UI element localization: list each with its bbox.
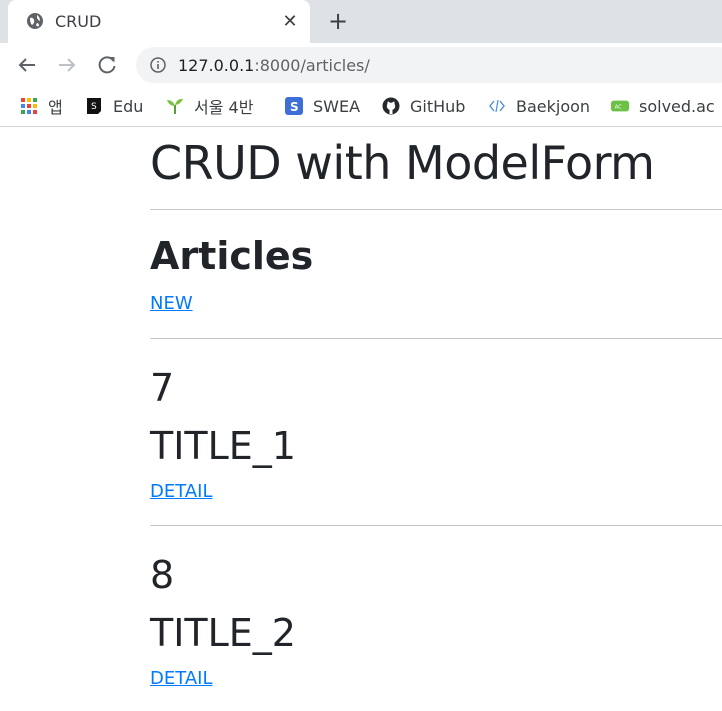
tab-strip: CRUD ✕ + bbox=[0, 0, 722, 43]
bookmark-baekjoon[interactable]: Baekjoon bbox=[488, 95, 590, 117]
browser-toolbar: 127.0.0.1:8000/articles/ bbox=[0, 43, 722, 87]
divider bbox=[150, 525, 722, 526]
article-title: TITLE_1 bbox=[150, 424, 296, 468]
page-title: CRUD with ModelForm bbox=[150, 136, 655, 190]
url-text[interactable]: 127.0.0.1:8000/articles/ bbox=[178, 56, 370, 75]
reload-icon[interactable] bbox=[95, 53, 119, 77]
info-icon[interactable] bbox=[150, 57, 166, 73]
svg-text:S: S bbox=[91, 102, 97, 112]
url-path: :8000/articles/ bbox=[254, 56, 370, 75]
bookmark-github[interactable]: GitHub bbox=[382, 95, 465, 117]
tab-crud[interactable]: CRUD ✕ bbox=[8, 0, 310, 43]
article-id: 7 bbox=[150, 366, 175, 410]
code-icon bbox=[489, 99, 505, 113]
article-title: TITLE_2 bbox=[150, 611, 296, 655]
bookmark-edu[interactable]: S Edu bbox=[85, 95, 143, 117]
bookmark-label: Edu bbox=[113, 96, 144, 116]
bookmark-label: solved.ac bbox=[639, 96, 715, 116]
bookmark-label: 앱 bbox=[48, 98, 63, 117]
detail-link[interactable]: DETAIL bbox=[150, 668, 212, 689]
divider bbox=[150, 338, 722, 339]
svg-text:S: S bbox=[290, 100, 299, 114]
bookmark-label: SWEA bbox=[313, 96, 361, 116]
back-arrow-icon[interactable] bbox=[15, 53, 39, 77]
tab-title: CRUD bbox=[55, 12, 102, 31]
bookmark-label: 서울 4반 bbox=[194, 98, 254, 117]
forward-arrow-icon[interactable] bbox=[55, 53, 79, 77]
detail-link[interactable]: DETAIL bbox=[150, 481, 212, 502]
edu-icon: S bbox=[87, 98, 101, 114]
solved-ac-icon: AC bbox=[611, 100, 629, 112]
swea-icon: S bbox=[285, 97, 303, 115]
apps-grid-icon bbox=[21, 98, 37, 114]
bookmark-seoul[interactable]: 서울 4반 bbox=[166, 95, 253, 117]
tab-close-icon[interactable]: ✕ bbox=[279, 10, 301, 32]
address-bar[interactable]: 127.0.0.1:8000/articles/ bbox=[136, 47, 722, 83]
sprout-icon bbox=[167, 98, 183, 114]
new-article-link[interactable]: NEW bbox=[150, 293, 193, 314]
bookmark-apps[interactable]: 앱 bbox=[20, 95, 63, 117]
divider bbox=[150, 209, 722, 210]
new-tab-button[interactable]: + bbox=[325, 7, 351, 35]
github-icon bbox=[382, 97, 400, 115]
bookmark-label: GitHub bbox=[410, 96, 466, 116]
svg-text:AC: AC bbox=[615, 105, 623, 111]
article-id: 8 bbox=[150, 553, 175, 597]
bookmark-label: Baekjoon bbox=[516, 96, 591, 116]
globe-icon bbox=[27, 13, 43, 29]
bookmark-solved-ac[interactable]: AC solved.ac bbox=[611, 95, 715, 117]
url-host: 127.0.0.1 bbox=[178, 56, 255, 75]
bookmark-swea[interactable]: S SWEA bbox=[285, 95, 360, 117]
bookmarks-bar: 앱 S Edu 서울 4반 S SWEA GitHub Baekjoon AC … bbox=[0, 87, 722, 127]
section-title: Articles bbox=[150, 234, 314, 278]
